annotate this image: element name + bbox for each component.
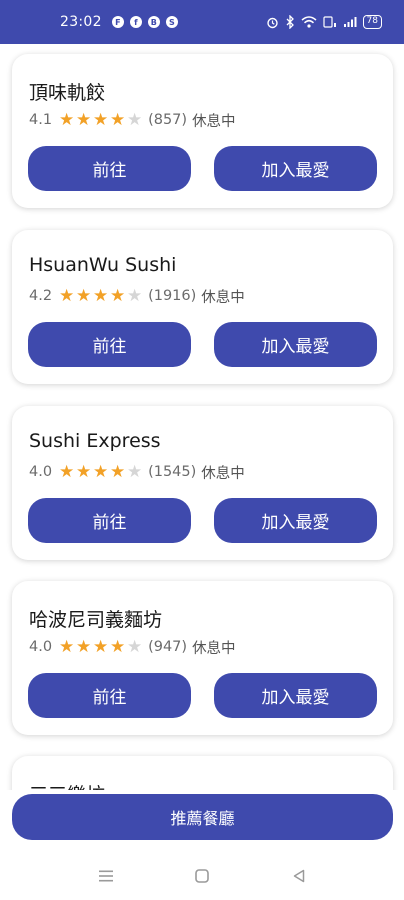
- home-square-icon[interactable]: [192, 866, 212, 886]
- restaurant-name: 三三樂坊: [29, 780, 105, 790]
- app-notification-icon: S: [165, 16, 178, 28]
- rating-row: 4.1 ★ ★ ★ ★ ★ (857) 休息中: [29, 109, 236, 131]
- go-button[interactable]: 前往: [28, 673, 191, 718]
- star-icon: ★: [92, 461, 109, 482]
- open-status: 休息中: [201, 465, 245, 482]
- star-icon: ★: [109, 109, 126, 130]
- star-icon: ★: [126, 109, 143, 130]
- star-rating: ★ ★ ★ ★ ★: [58, 109, 143, 130]
- star-icon: ★: [58, 461, 75, 482]
- restaurant-name: 頂味軌餃: [29, 82, 106, 104]
- star-icon: ★: [109, 636, 126, 657]
- rating-row: 4.0 ★ ★ ★ ★ ★ (1545) 休息中: [29, 461, 245, 483]
- menu-icon[interactable]: [96, 866, 116, 886]
- restaurant-card: HsuanWu Sushi 4.2 ★ ★ ★ ★ ★ (1916) 休息中 前往 加入…: [12, 230, 393, 384]
- review-count: (857): [148, 112, 188, 128]
- open-status: 休息中: [201, 289, 245, 306]
- status-time: 23:02: [60, 14, 102, 30]
- rating-value: 4.0: [29, 464, 53, 480]
- restaurant-card: 頂味軌餃 4.1 ★ ★ ★ ★ ★ (857) 休息中 前往 加入最愛: [12, 54, 393, 208]
- restaurant-list[interactable]: 頂味軌餃 4.1 ★ ★ ★ ★ ★ (857) 休息中 前往 加入最愛 HsuanWu…: [0, 44, 404, 790]
- bluetooth-icon: [286, 15, 294, 29]
- rating-value: 4.0: [29, 639, 53, 655]
- restaurant-name: Sushi Express: [29, 430, 161, 452]
- star-icon: ★: [92, 285, 109, 306]
- star-icon: ★: [126, 285, 143, 306]
- app-notification-icon: F: [111, 16, 124, 28]
- star-icon: ★: [75, 461, 92, 482]
- battery-indicator: 78: [362, 15, 382, 29]
- star-icon: ★: [75, 285, 92, 306]
- star-icon: ★: [58, 636, 75, 657]
- status-left: 23:02 F f B S: [60, 14, 178, 30]
- go-button[interactable]: 前往: [28, 322, 191, 367]
- star-icon: ★: [75, 636, 92, 657]
- star-icon: ★: [126, 636, 143, 657]
- add-favorite-button[interactable]: 加入最愛: [214, 322, 377, 367]
- star-icon: ★: [92, 109, 109, 130]
- restaurant-card: 哈波尼司義麵坊 4.0 ★ ★ ★ ★ ★ (947) 休息中 前往 加入最愛: [12, 581, 393, 735]
- status-right: 78: [266, 15, 382, 29]
- star-rating: ★ ★ ★ ★ ★: [58, 636, 143, 657]
- wifi-icon: [301, 16, 317, 28]
- star-icon: ★: [58, 109, 75, 130]
- system-navigation-bar: [0, 850, 404, 900]
- open-status: 休息中: [192, 640, 236, 657]
- review-count: (947): [148, 639, 188, 655]
- add-favorite-button[interactable]: 加入最愛: [214, 146, 377, 191]
- add-favorite-button[interactable]: 加入最愛: [214, 673, 377, 718]
- sim-signal-icon: [322, 16, 336, 28]
- go-button[interactable]: 前往: [28, 498, 191, 543]
- add-favorite-button[interactable]: 加入最愛: [214, 498, 377, 543]
- restaurant-card: Sushi Express 4.0 ★ ★ ★ ★ ★ (1545) 休息中 前往 加入…: [12, 406, 393, 560]
- star-icon: ★: [92, 636, 109, 657]
- star-icon: ★: [109, 461, 126, 482]
- star-rating: ★ ★ ★ ★ ★: [58, 285, 143, 306]
- restaurant-name: 哈波尼司義麵坊: [29, 609, 163, 631]
- rating-value: 4.2: [29, 288, 53, 304]
- rating-row: 4.2 ★ ★ ★ ★ ★ (1916) 休息中: [29, 285, 245, 307]
- recommend-restaurants-button[interactable]: 推薦餐廳: [12, 794, 393, 840]
- rating-row: 4.0 ★ ★ ★ ★ ★ (947) 休息中: [29, 636, 236, 658]
- status-bar: 23:02 F f B S 78: [0, 0, 404, 44]
- restaurant-name: HsuanWu Sushi: [29, 254, 177, 276]
- star-rating: ★ ★ ★ ★ ★: [58, 461, 143, 482]
- star-icon: ★: [58, 285, 75, 306]
- open-status: 休息中: [192, 113, 236, 130]
- star-icon: ★: [109, 285, 126, 306]
- review-count: (1545): [148, 464, 197, 480]
- cell-signal-icon: [343, 17, 357, 27]
- facebook-icon: f: [129, 16, 142, 28]
- alarm-icon: [266, 17, 278, 28]
- back-triangle-icon[interactable]: [289, 866, 309, 886]
- app-notification-icon: B: [147, 16, 160, 28]
- restaurant-card-partial: 三三樂坊: [12, 756, 393, 790]
- review-count: (1916): [148, 288, 197, 304]
- star-icon: ★: [126, 461, 143, 482]
- rating-value: 4.1: [29, 112, 53, 128]
- go-button[interactable]: 前往: [28, 146, 191, 191]
- star-icon: ★: [75, 109, 92, 130]
